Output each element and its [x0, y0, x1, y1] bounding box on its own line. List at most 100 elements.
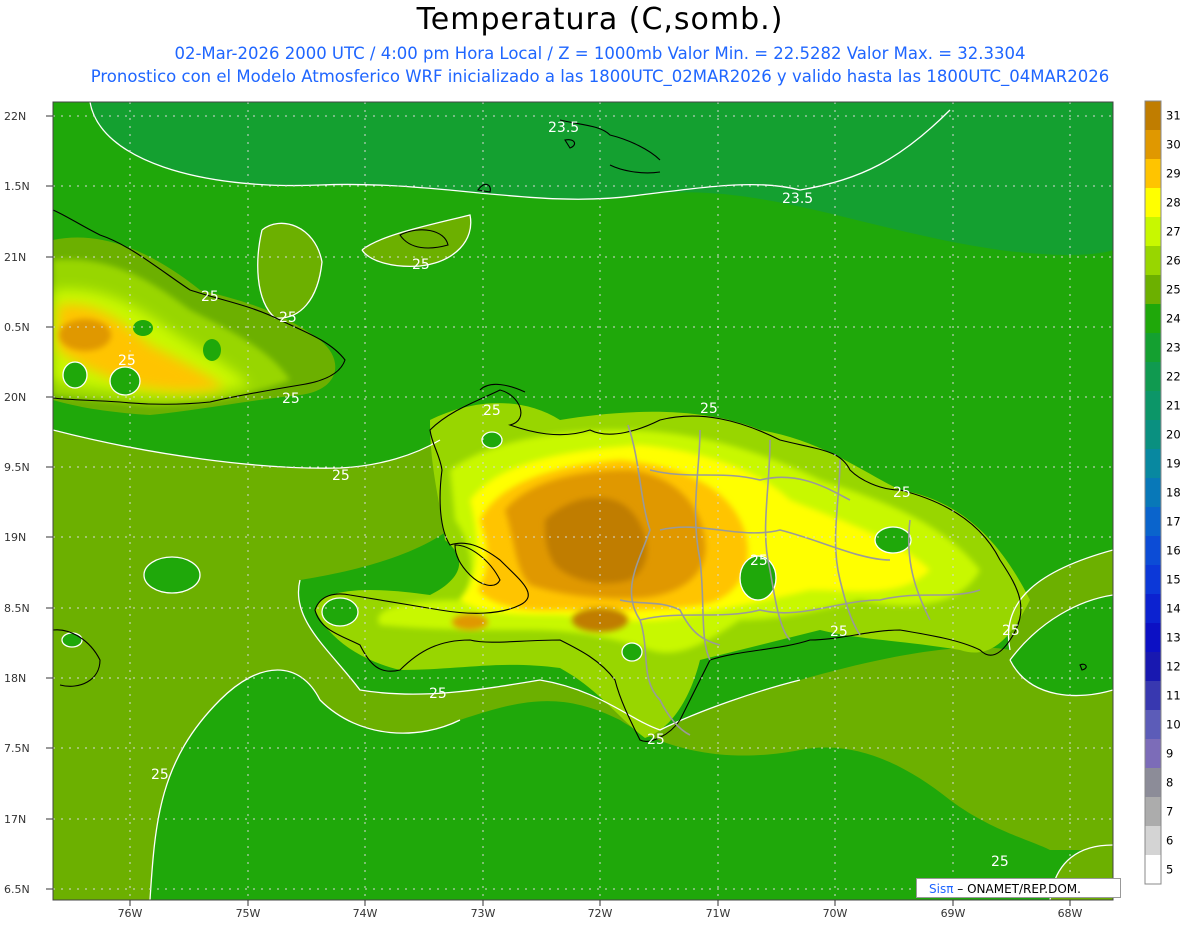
onamet-credit: – ONAMET/REP.DOM. [957, 882, 1081, 896]
contour-label: 25 [830, 624, 848, 640]
contour-label: 23.5 [548, 120, 579, 136]
contour-label: 25 [1002, 623, 1020, 639]
colorbar-swatch [1145, 594, 1161, 623]
colorbar-swatch [1145, 304, 1161, 333]
colorbar-swatch [1145, 623, 1161, 652]
colorbar-label: 7 [1166, 805, 1173, 819]
colorbar-label: 26 [1166, 254, 1181, 268]
colorbar-label: 31 [1166, 109, 1181, 123]
contour-label: 25 [700, 401, 718, 417]
colorbar-label: 25 [1166, 283, 1181, 297]
colorbar-swatch [1145, 362, 1161, 391]
colorbar-label: 22 [1166, 370, 1181, 384]
lon-label: 72W [588, 907, 613, 920]
colorbar-swatch [1145, 159, 1161, 188]
colorbar-label: 24 [1166, 312, 1181, 326]
colorbar-label: 12 [1166, 660, 1181, 674]
lon-label: 73W [471, 907, 496, 920]
colorbar-swatch [1145, 797, 1161, 826]
lon-label: 69W [941, 907, 966, 920]
contour-label: 25 [151, 767, 169, 783]
colorbar-label: 9 [1166, 747, 1173, 761]
colorbar-swatch [1145, 391, 1161, 420]
lat-label: 20N [4, 391, 26, 404]
lon-label: 70W [823, 907, 848, 920]
lat-label: 6.5N [4, 883, 30, 896]
contour-label: 23.5 [782, 191, 813, 207]
sispi-logo-text: Sisπ [929, 882, 954, 896]
lat-label: 17N [4, 813, 26, 826]
colorbar-swatch [1145, 565, 1161, 594]
colorbar-swatch [1145, 130, 1161, 159]
color-scale-bar: 31 30 29 28 27 26 25 24 23 22 21 20 19 18 17 16 15 14 13 12… [1144, 100, 1181, 885]
lon-label: 71W [706, 907, 731, 920]
colorbar-label: 13 [1166, 631, 1181, 645]
colorbar-swatch [1145, 826, 1161, 855]
colorbar-swatch [1145, 739, 1161, 768]
contour-label: 25 [118, 353, 136, 369]
colorbar-label: 8 [1166, 776, 1173, 790]
colorbar-label: 18 [1166, 486, 1181, 500]
contour-label: 25 [429, 686, 447, 702]
contour-label: 25 [893, 485, 911, 501]
lat-label: 9.5N [4, 461, 30, 474]
lat-label: 21N [4, 251, 26, 264]
lat-label: 0.5N [4, 321, 30, 334]
colorbar-label: 11 [1166, 689, 1181, 703]
colorbar-swatch [1145, 246, 1161, 275]
contour-label: 25 [750, 553, 768, 569]
latitude-labels: 22N 1.5N 21N 0.5N 20N 9.5N 19N 8.5N 18N … [4, 110, 30, 896]
colorbar-label: 19 [1166, 457, 1181, 471]
contour-label: 25 [483, 403, 501, 419]
contour-label: 25 [282, 391, 300, 407]
colorbar-label: 30 [1166, 138, 1181, 152]
credit-box: Sisπ – ONAMET/REP.DOM. [916, 878, 1121, 898]
colorbar-label: 17 [1166, 515, 1181, 529]
colorbar-swatch [1145, 188, 1161, 217]
longitude-labels: 76W 75W 74W 73W 72W 71W 70W 69W 68W [118, 907, 1083, 920]
colorbar-swatch [1145, 333, 1161, 362]
colorbar-swatch [1145, 710, 1161, 739]
colorbar-label: 16 [1166, 544, 1181, 558]
lat-label: 7.5N [4, 742, 30, 755]
colorbar-label: 15 [1166, 573, 1181, 587]
colorbar-label: 20 [1166, 428, 1181, 442]
contour-label: 25 [332, 468, 350, 484]
lat-label: 8.5N [4, 602, 30, 615]
lat-ticks [46, 115, 53, 890]
colorbar-label: 27 [1166, 225, 1181, 239]
lat-label: 1.5N [4, 180, 30, 193]
contour-label: 25 [201, 289, 219, 305]
colorbar-swatch [1145, 507, 1161, 536]
colorbar-label: 28 [1166, 196, 1181, 210]
colorbar-label: 29 [1166, 167, 1181, 181]
colorbar-swatch [1145, 478, 1161, 507]
colorbar-swatch [1145, 101, 1161, 130]
colorbar-label: 21 [1166, 399, 1181, 413]
lon-label: 75W [236, 907, 261, 920]
lat-label: 19N [4, 531, 26, 544]
contour-label: 25 [647, 732, 665, 748]
lon-label: 74W [353, 907, 378, 920]
colorbar-swatch [1145, 536, 1161, 565]
colorbar-label: 14 [1166, 602, 1181, 616]
temperature-map: 23.5 23.5 25 25 25 25 25 25 25 25 25 25 … [4, 100, 1181, 920]
colorbar-swatch [1145, 855, 1161, 884]
colorbar-swatch [1145, 681, 1161, 710]
lon-label: 68W [1058, 907, 1083, 920]
colorbar-swatch [1145, 217, 1161, 246]
colorbar-label: 23 [1166, 341, 1181, 355]
contour-label: 25 [412, 257, 430, 273]
colorbar-swatch [1145, 768, 1161, 797]
lon-label: 76W [118, 907, 143, 920]
colorbar-swatch [1145, 449, 1161, 478]
lon-ticks [129, 900, 1071, 906]
lat-label: 18N [4, 672, 26, 685]
contour-label: 25 [279, 310, 297, 326]
colorbar-label: 6 [1166, 834, 1173, 848]
colorbar-swatch [1145, 275, 1161, 304]
colorbar-swatch [1145, 652, 1161, 681]
colorbar-label: 5 [1166, 863, 1173, 877]
colorbar-swatch [1145, 420, 1161, 449]
lat-label: 22N [4, 110, 26, 123]
